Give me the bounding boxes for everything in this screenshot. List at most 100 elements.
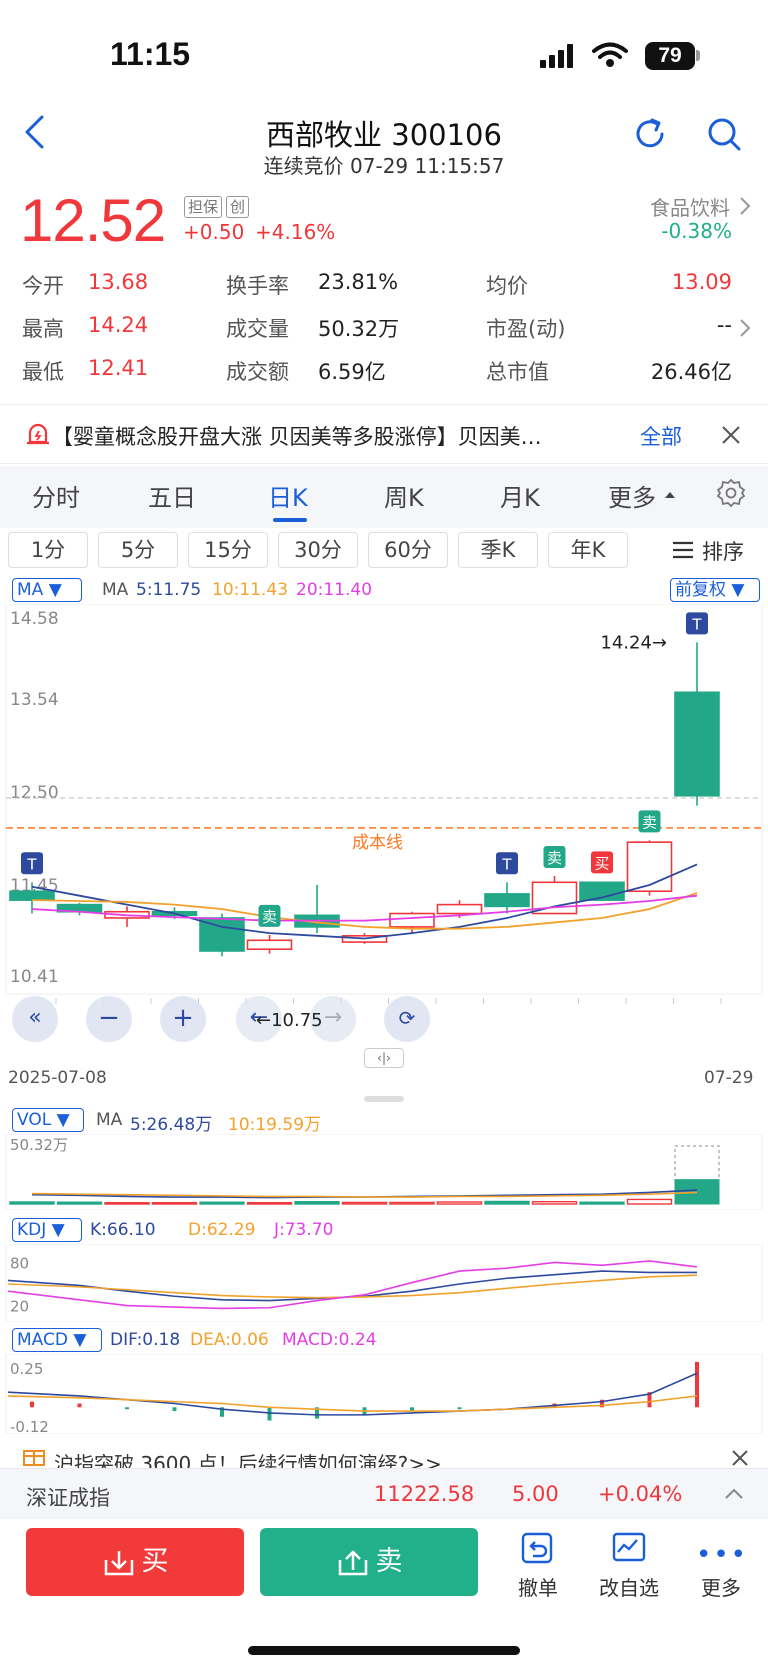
gift-icon <box>23 1450 45 1466</box>
promo-text[interactable]: 沪指突破 3600 点！后续行情如何演绎?>> <box>54 1448 442 1468</box>
kdj-selector[interactable]: KDJ ▼ <box>12 1218 82 1242</box>
adjust-label: 前复权 <box>675 580 726 600</box>
pe-label: 市盈(动) <box>486 317 566 341</box>
high-label: 最高 <box>22 317 64 341</box>
ma-selector[interactable]: MA ▼ <box>12 578 82 602</box>
cost-line-label: 成本线 <box>352 833 403 853</box>
volume-bar <box>151 1202 198 1205</box>
tab-intraday[interactable]: 分时 <box>32 478 80 513</box>
macd-dif: DIF:0.18 <box>110 1330 181 1350</box>
macd-selector-label: MACD <box>17 1330 68 1350</box>
candle-body <box>674 691 720 797</box>
ma-label: MA <box>102 580 129 600</box>
status-time: 11:15 <box>110 36 191 72</box>
news-headline[interactable]: 【婴童概念股开盘大涨 贝因美等多股涨停】贝因美… <box>52 421 612 451</box>
sell-button[interactable]: 卖 <box>260 1528 478 1596</box>
amount-label: 成交额 <box>226 360 289 384</box>
news-all-link[interactable]: 全部 <box>640 421 682 451</box>
trade-marker-label: 买 <box>594 854 609 872</box>
tab-more[interactable]: 更多 <box>608 478 656 513</box>
volume-bar <box>626 1198 673 1205</box>
chevron-right-icon[interactable] <box>738 196 752 216</box>
low-marker: ←10.75 <box>256 1010 323 1031</box>
zoom-out-button[interactable]: − <box>86 996 132 1042</box>
kdj-plot-area <box>5 1244 763 1322</box>
edit-watchlist-button[interactable] <box>604 1532 654 1570</box>
buy-button[interactable]: 买 <box>26 1528 244 1596</box>
kline-y-label: 14.58 <box>10 609 59 629</box>
more-label[interactable]: 更多 <box>696 1572 746 1601</box>
cancel-order-label[interactable]: 撤单 <box>512 1572 564 1601</box>
subtab-60min[interactable]: 60分 <box>368 532 448 568</box>
ma10-value: 10:11.43 <box>212 580 289 600</box>
mktcap-label: 总市值 <box>486 360 549 384</box>
date-start: 2025-07-08 <box>8 1068 107 1088</box>
pe-value: -- <box>716 313 732 337</box>
macd-dea: DEA:0.06 <box>190 1330 269 1350</box>
edit-watchlist-label[interactable]: 改自选 <box>594 1572 664 1601</box>
vol-ma10: 10:19.59万 <box>228 1115 322 1135</box>
volume-bar <box>246 1202 293 1205</box>
buy-arrow-icon <box>104 1550 133 1575</box>
scroll-left-button[interactable]: « <box>12 996 58 1042</box>
search-icon[interactable] <box>706 116 742 152</box>
avg-value: 13.09 <box>671 270 732 294</box>
subtab-15min[interactable]: 15分 <box>188 532 268 568</box>
adjust-selector[interactable]: 前复权 ▼ <box>670 578 760 602</box>
volume-bar <box>579 1201 625 1205</box>
volume-bar <box>531 1201 578 1205</box>
volume-bar <box>341 1201 388 1205</box>
volume-bar <box>436 1201 483 1205</box>
menu-icon[interactable] <box>672 540 694 560</box>
candle-body <box>389 912 435 928</box>
sort-button[interactable]: 排序 <box>702 536 744 566</box>
battery-icon: 79 <box>645 42 695 70</box>
refresh-icon[interactable] <box>632 116 668 152</box>
kdj-k: K:66.10 <box>90 1220 156 1240</box>
tab-five-day[interactable]: 五日 <box>148 478 196 513</box>
candle-body <box>436 903 483 915</box>
settings-icon[interactable] <box>716 478 746 508</box>
zoom-in-button[interactable]: + <box>160 996 206 1042</box>
macd-selector[interactable]: MACD ▼ <box>12 1328 102 1352</box>
date-end: 07-29 <box>704 1068 754 1088</box>
index-name: 深证成指 <box>26 1486 110 1510</box>
tab-weekly-k[interactable]: 周K <box>384 478 424 513</box>
pane-resize-handle[interactable] <box>364 1096 404 1102</box>
subtab-quarter-k[interactable]: 季K <box>458 532 538 568</box>
tab-daily-k[interactable]: 日K <box>268 478 308 513</box>
kdj-y-label: 80 <box>10 1254 29 1272</box>
subtab-5min[interactable]: 5分 <box>98 532 178 568</box>
more-dots-icon[interactable]: ••• <box>696 1540 746 1570</box>
ma20-value: 20:11.40 <box>296 580 373 600</box>
kdj-chart[interactable]: 80 20 <box>0 1244 768 1322</box>
trade-marker-label: T <box>26 855 37 873</box>
caret-up-icon[interactable] <box>664 490 676 500</box>
subtab-30min[interactable]: 30分 <box>278 532 358 568</box>
home-indicator <box>248 1646 520 1655</box>
cancel-order-icon <box>521 1532 553 1564</box>
macd-value: MACD:0.24 <box>282 1330 377 1350</box>
drag-handle[interactable]: ‹|› <box>364 1048 404 1068</box>
chevron-right-icon[interactable] <box>738 318 752 338</box>
rotate-button[interactable]: ⟳ <box>384 996 430 1042</box>
subtab-year-k[interactable]: 年K <box>548 532 628 568</box>
tab-monthly-k[interactable]: 月K <box>500 478 540 513</box>
kline-chart[interactable]: 14.5813.5412.5011.4510.41成本线T卖T 卖买卖T14.24… <box>0 604 768 1064</box>
volume-chart[interactable]: 50.32万 <box>0 1134 768 1210</box>
chevron-up-icon[interactable] <box>724 1486 744 1500</box>
macd-y-label: 0.25 <box>10 1360 43 1378</box>
candle-body <box>626 841 673 893</box>
open-label: 今开 <box>22 274 64 298</box>
open-value: 13.68 <box>88 270 149 294</box>
subtab-1min[interactable]: 1分 <box>8 532 88 568</box>
vol-selector[interactable]: VOL ▼ <box>12 1108 84 1132</box>
kdj-j: J:73.70 <box>274 1220 334 1240</box>
candle-body <box>9 890 55 901</box>
close-icon[interactable] <box>730 1448 750 1468</box>
macd-chart[interactable]: 0.25 -0.12 <box>0 1354 768 1434</box>
chinext-tag: 创 <box>226 196 250 218</box>
sector-name[interactable]: 食品饮料 <box>650 192 730 221</box>
close-icon[interactable] <box>720 424 742 446</box>
cancel-order-button[interactable] <box>512 1532 562 1570</box>
